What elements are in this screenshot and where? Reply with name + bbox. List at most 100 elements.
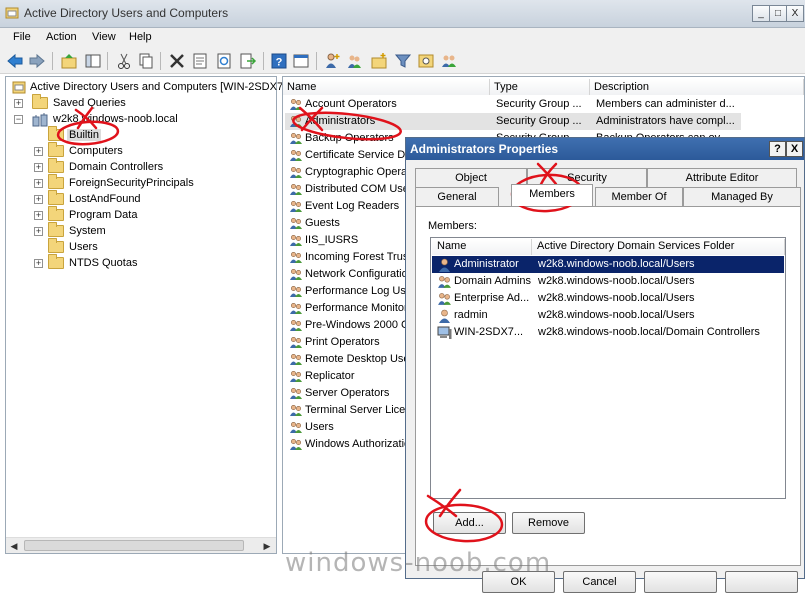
members-column-folder[interactable]: Active Directory Domain Services Folder [532,239,785,255]
group-name: Certificate Service DC [305,149,414,161]
export-list-icon[interactable] [239,52,257,70]
security-group-icon [289,149,303,162]
filter-icon[interactable] [394,52,412,70]
tab-member-of[interactable]: Member Of [595,187,683,206]
menu-action[interactable]: Action [43,30,80,44]
tab-managed-by[interactable]: Managed By [683,187,801,206]
tree-horizontal-scrollbar[interactable]: ◀ ▶ [6,537,276,553]
new-group-icon[interactable] [346,52,364,70]
domain-icon [32,113,48,127]
folder-icon [48,206,64,221]
scroll-left-icon[interactable]: ◀ [8,540,20,552]
add-button[interactable]: Add... [433,512,506,534]
member-row[interactable]: radmin w2k8.windows-noob.local/Users [432,307,784,324]
group-description: Administrators have compl... [596,115,735,127]
table-row[interactable]: Account Operators Security Group ... Membe… [285,96,741,113]
tree-item-label: Builtin [67,129,101,141]
group-name: Replicator [305,370,355,382]
group-description: Members can administer d... [596,98,735,110]
expand-icon[interactable]: + [34,259,43,268]
expand-icon[interactable]: + [34,179,43,188]
forward-icon[interactable] [28,52,46,70]
security-group-icon [289,115,303,128]
folder-icon [48,222,64,237]
security-group-icon [289,370,303,383]
menu-file[interactable]: File [10,30,34,44]
scroll-right-icon[interactable]: ▶ [261,540,273,552]
new-ou-icon[interactable] [370,52,388,70]
back-icon[interactable] [6,52,24,70]
tab-general[interactable]: General [415,187,499,206]
folder-icon [48,158,64,173]
tab-members[interactable]: Members [511,184,593,206]
menu-help[interactable]: Help [126,30,155,44]
new-user-icon[interactable] [323,52,341,70]
apply-button[interactable] [644,571,717,593]
group-name: Users [305,421,334,433]
expand-icon[interactable]: + [34,227,43,236]
security-group-icon [289,285,303,298]
expand-icon[interactable]: + [14,99,23,108]
dialog-title: Administrators Properties [410,142,559,156]
tree-item-label: NTDS Quotas [69,257,138,269]
security-group-icon [289,217,303,230]
administrators-properties-dialog: Administrators Properties ? X Object Sec… [405,137,805,593]
menu-view[interactable]: View [89,30,119,44]
members-column-name[interactable]: Name [432,239,532,255]
column-header-type[interactable]: Type [490,79,590,95]
find-icon[interactable] [417,52,435,70]
group-name: Cryptographic Opera [305,166,408,178]
maximize-button[interactable]: □ [769,5,787,22]
properties-icon[interactable] [191,52,209,70]
help-button[interactable] [725,571,798,593]
copy-icon[interactable] [137,52,155,70]
cut-icon[interactable] [115,52,133,70]
dialog-titlebar[interactable]: Administrators Properties ? X [406,138,804,160]
group-name: Event Log Readers [305,200,400,212]
group-name: Performance Log Use [305,285,412,297]
member-row[interactable]: Domain Admins w2k8.windows-noob.local/Use… [432,273,784,290]
console-tree[interactable]: Active Directory Users and Computers [WI… [5,76,283,554]
folder-icon [48,254,64,269]
security-group-icon [289,251,303,264]
toolbar: ? [0,48,805,74]
security-group-icon [289,336,303,349]
expand-icon[interactable]: + [34,211,43,220]
window-titlebar[interactable]: Active Directory Users and Computers _ □… [0,0,805,28]
tree-item-label: Users [69,241,98,253]
expand-icon[interactable]: + [34,163,43,172]
show-hide-tree-icon[interactable] [84,52,102,70]
column-header-description[interactable]: Description [590,79,804,95]
column-header-name[interactable]: Name [283,79,490,95]
members-label: Members: [428,220,477,232]
dialog-help-button[interactable]: ? [769,141,786,157]
member-folder: w2k8.windows-noob.local/Users [538,275,695,287]
cancel-button[interactable]: Cancel [563,571,636,593]
delete-icon[interactable] [168,52,186,70]
refresh-icon[interactable] [215,52,233,70]
member-name: radmin [454,309,488,321]
dialog-close-button[interactable]: X [786,141,803,157]
remove-button[interactable]: Remove [512,512,585,534]
expand-icon[interactable]: + [34,195,43,204]
tab-attribute-editor[interactable]: Attribute Editor [647,168,797,187]
up-folder-icon[interactable] [60,52,78,70]
tree-root-label: Active Directory Users and Computers [WI… [30,81,284,93]
member-name: Enterprise Ad... [454,292,530,304]
console-view-icon[interactable] [292,52,310,70]
tree-item-label: Computers [69,145,123,157]
group-name: Print Operators [305,336,380,348]
member-row[interactable]: Enterprise Ad... w2k8.windows-noob.local/… [432,290,784,307]
collapse-icon[interactable]: − [14,115,23,124]
close-button[interactable]: X [786,5,804,22]
add-to-group-icon[interactable] [440,52,458,70]
member-row[interactable]: WIN-2SDX7... w2k8.windows-noob.local/Doma… [432,324,784,341]
members-list[interactable]: Name Active Directory Domain Services Fo… [430,237,786,499]
minimize-button[interactable]: _ [752,5,770,22]
member-row[interactable]: Administrator w2k8.windows-noob.local/Use… [432,256,784,273]
member-name: WIN-2SDX7... [454,326,524,338]
help-icon[interactable]: ? [270,52,288,70]
scrollbar-thumb[interactable] [24,540,244,551]
table-row[interactable]: Administrators Security Group ... Administ… [285,113,741,130]
expand-icon[interactable]: + [34,147,43,156]
